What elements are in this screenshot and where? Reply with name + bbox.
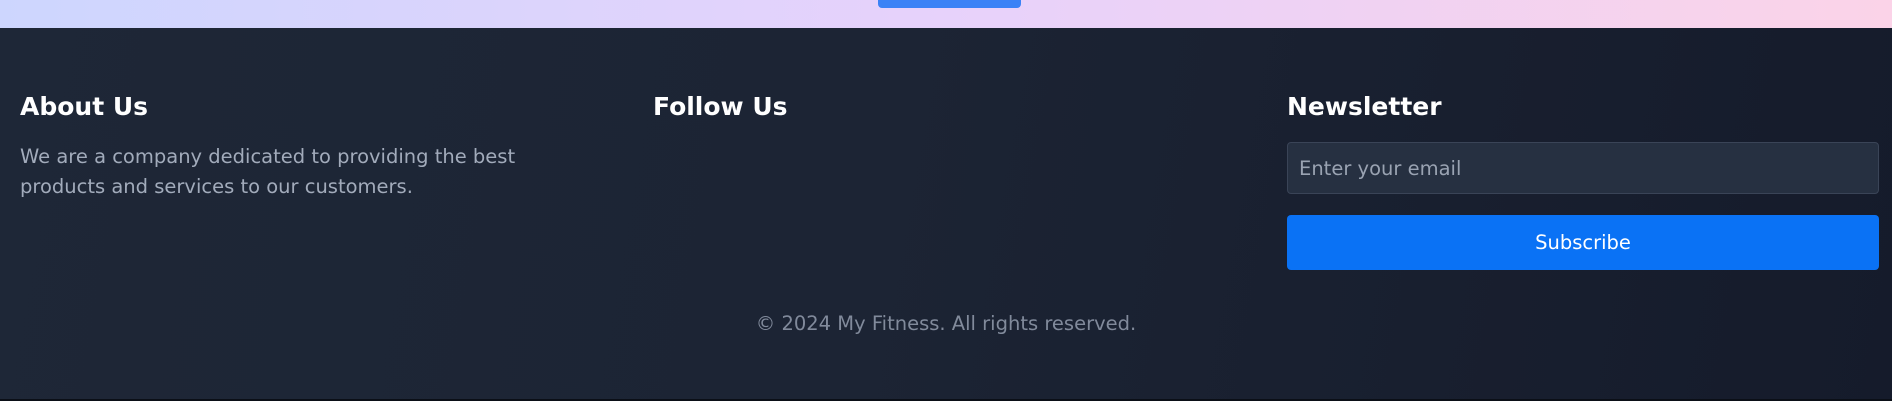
- follow-us-title: Follow Us: [653, 92, 788, 121]
- hero-section-bottom: [0, 0, 1892, 28]
- newsletter-title: Newsletter: [1287, 92, 1442, 121]
- about-us-title: About Us: [20, 92, 149, 121]
- newsletter-email-input[interactable]: [1287, 142, 1879, 194]
- hero-cta-button[interactable]: [878, 0, 1021, 8]
- subscribe-button[interactable]: Subscribe: [1287, 215, 1879, 270]
- site-footer: About Us We are a company dedicated to p…: [0, 28, 1892, 401]
- copyright-text: © 2024 My Fitness. All rights reserved.: [755, 312, 1137, 335]
- about-us-text: We are a company dedicated to providing …: [20, 145, 516, 198]
